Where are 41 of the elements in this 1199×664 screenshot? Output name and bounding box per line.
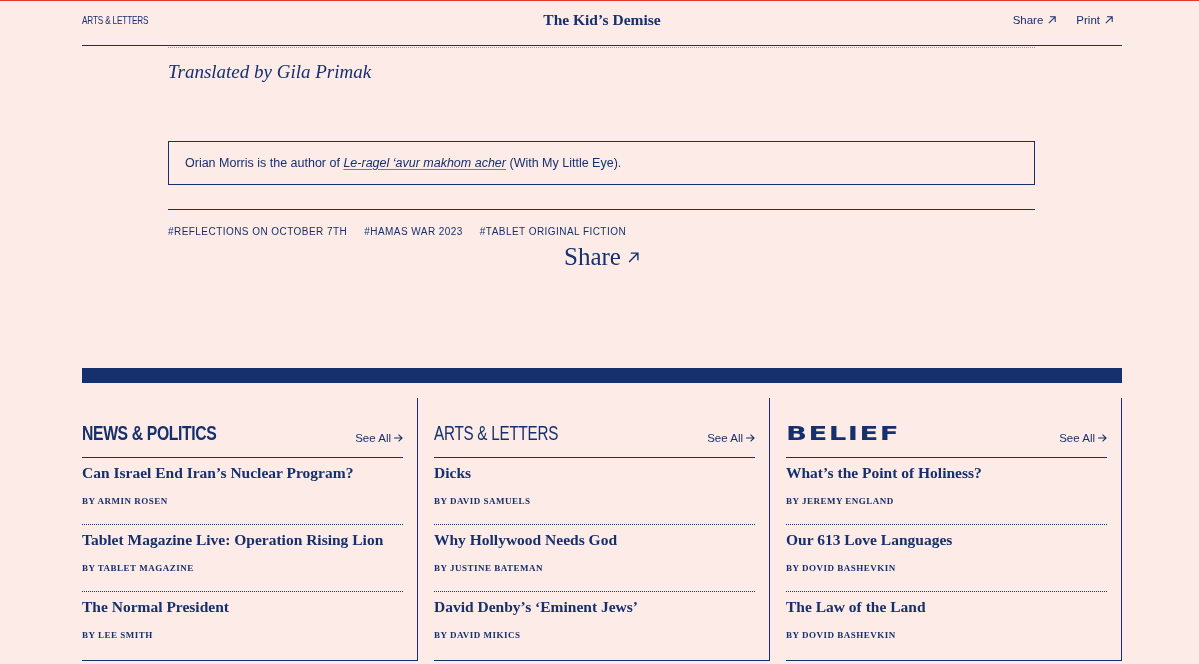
- share-link[interactable]: Share: [1012, 14, 1057, 26]
- translator-credit: Translated by Gila Primak: [168, 60, 372, 84]
- page-title: The Kid’s Demise: [543, 11, 661, 29]
- arrow-up-right-icon: [627, 251, 639, 263]
- arrow-right-icon: [746, 434, 755, 442]
- story-byline: BY DOVID BASHEVKIN: [786, 562, 897, 575]
- tag-link[interactable]: #HAMAS WAR 2023: [364, 225, 463, 239]
- tag-link[interactable]: #TABLET ORIGINAL FICTION: [479, 225, 627, 239]
- story-title[interactable]: Our 613 Love Languages: [786, 530, 1107, 550]
- section-heading[interactable]: BELIEF: [786, 419, 900, 447]
- see-all-link[interactable]: See All: [355, 431, 403, 445]
- story-title[interactable]: Why Hollywood Needs God: [434, 530, 755, 550]
- tag-link[interactable]: #REFLECTIONS ON OCTOBER 7TH: [168, 225, 348, 239]
- share-link[interactable]: Share: [564, 243, 639, 271]
- arrow-right-icon: [1098, 434, 1107, 442]
- section-heading[interactable]: NEWS & POLITICS: [82, 419, 217, 447]
- story-byline: BY ARMIN ROSEN: [82, 495, 169, 508]
- story-title[interactable]: The Law of the Land: [786, 597, 1107, 617]
- author-note: Orian Morris is the author of Le-ragel ‘avur makhom acher (With My Little Eye).: [168, 141, 1035, 185]
- print-link[interactable]: Print: [1076, 14, 1113, 26]
- story-title[interactable]: What’s the Point of Holiness?: [786, 463, 1107, 483]
- story-title[interactable]: The Normal President: [82, 597, 403, 617]
- arrow-up-right-icon: [1105, 16, 1113, 24]
- story-title[interactable]: David Denby’s ‘Eminent Jews’: [434, 597, 755, 617]
- story-byline: BY DOVID BASHEVKIN: [786, 629, 897, 642]
- story-title[interactable]: Dicks: [434, 463, 755, 483]
- story-byline: BY DAVID MIKICS: [434, 629, 522, 642]
- see-all-link[interactable]: See All: [1059, 431, 1107, 445]
- story-byline: BY LEE SMITH: [82, 629, 154, 642]
- arrow-right-icon: [394, 434, 403, 442]
- story-byline: BY JUSTINE BATEMAN: [434, 562, 544, 575]
- story-byline: BY TABLET MAGAZINE: [82, 562, 195, 575]
- book-link[interactable]: Le-ragel ‘avur makhom acher: [343, 156, 506, 170]
- section-heading[interactable]: ARTS & LETTERS: [434, 419, 559, 447]
- see-all-link[interactable]: See All: [707, 431, 755, 445]
- section-link[interactable]: ARTS & LETTERS: [82, 14, 149, 26]
- story-title[interactable]: Tablet Magazine Live: Operation Rising Lion: [82, 530, 403, 550]
- story-byline: BY JEREMY ENGLAND: [786, 495, 895, 508]
- arrow-up-right-icon: [1048, 16, 1057, 24]
- story-byline: BY DAVID SAMUELS: [434, 495, 532, 508]
- story-title[interactable]: Can Israel End Iran’s Nuclear Program?: [82, 463, 403, 483]
